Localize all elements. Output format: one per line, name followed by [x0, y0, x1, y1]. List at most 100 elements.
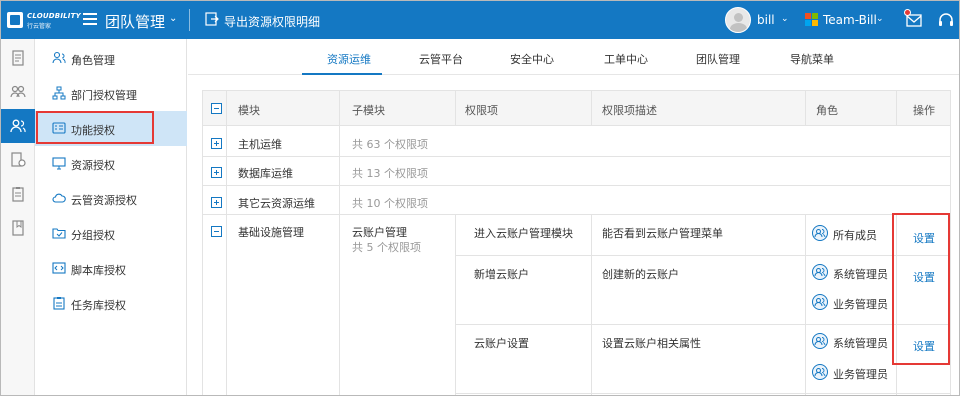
role-name: 业务管理员 — [833, 298, 888, 311]
header-action: 操作 — [913, 104, 935, 117]
brand-name: CLOUDBILITY — [27, 12, 81, 20]
user-name[interactable]: bill — [757, 13, 775, 27]
monitor-icon — [52, 157, 66, 170]
collapse-icon[interactable] — [211, 226, 222, 237]
sidebar-item-label: 脚本库授权 — [71, 264, 126, 277]
chevron-down-icon[interactable]: ⌄ — [169, 13, 177, 24]
tab-resource-ops[interactable]: 资源运维 — [327, 51, 371, 67]
chevron-down-icon[interactable]: ⌄ — [781, 14, 789, 24]
role-name: 系统管理员 — [833, 337, 888, 350]
sidebar-item-cloud-resource-auth[interactable]: 云管资源授权 — [35, 181, 187, 216]
rail-people-icon[interactable] — [1, 109, 35, 143]
sidebar: 角色管理 部门授权管理 功能授权 资源授权 云管资源授权 分组授权 脚本库授权 — [35, 39, 187, 395]
sidebar-item-script-auth[interactable]: 脚本库授权 — [35, 251, 187, 286]
divider — [591, 91, 592, 126]
divider — [203, 156, 950, 157]
user-group-icon — [812, 333, 828, 349]
divider — [455, 214, 456, 395]
expand-icon[interactable] — [211, 138, 222, 149]
rail-book-icon[interactable] — [1, 211, 35, 245]
task-icon — [53, 297, 65, 310]
expand-icon[interactable] — [211, 197, 222, 208]
menu-icon[interactable] — [83, 13, 97, 25]
divider — [226, 91, 227, 395]
script-icon — [52, 262, 66, 274]
sidebar-item-task-auth[interactable]: 任务库授权 — [35, 286, 187, 321]
divider — [203, 185, 950, 186]
tab-nav-menu[interactable]: 导航菜单 — [790, 51, 834, 67]
permission-desc: 创建新的云账户 — [602, 268, 679, 281]
row-module: 数据库运维 — [238, 167, 293, 180]
row-module: 主机运维 — [238, 138, 282, 151]
rail-settings-doc-icon[interactable] — [1, 143, 35, 177]
permission-name: 新增云账户 — [474, 268, 529, 281]
role-name: 系统管理员 — [833, 268, 888, 281]
divider — [896, 91, 897, 126]
tab-ticket-center[interactable]: 工单中心 — [604, 51, 648, 67]
expand-icon[interactable] — [211, 167, 222, 178]
team-title[interactable]: 团队管理 — [105, 11, 165, 32]
row-summary: 共 10 个权限项 — [352, 197, 428, 210]
brand-logo-mark — [7, 12, 23, 28]
collapse-all-icon[interactable] — [211, 103, 222, 114]
tab-security-center[interactable]: 安全中心 — [510, 51, 554, 67]
top-bar: CLOUDBILITY 行云管家 团队管理 ⌄ 导出资源权限明细 bill ⌄ … — [1, 1, 959, 39]
divider — [455, 324, 950, 325]
sidebar-item-resource-auth[interactable]: 资源授权 — [35, 146, 187, 181]
row-module: 基础设施管理 — [238, 226, 304, 239]
user-group-icon — [812, 225, 828, 241]
org-chart-icon — [52, 86, 66, 100]
divider — [455, 393, 950, 394]
table-header: 模块 子模块 权限项 权限项描述 角色 操作 — [203, 91, 950, 126]
divider — [189, 9, 190, 31]
brand-subtitle: 行云管家 — [27, 23, 52, 30]
team-switcher[interactable]: Team-Bill — [823, 13, 877, 27]
tab-team-management[interactable]: 团队管理 — [696, 51, 740, 67]
export-icon[interactable] — [205, 12, 219, 26]
header-module: 模块 — [238, 104, 260, 117]
divider — [203, 214, 950, 215]
rail-group-icon[interactable] — [1, 75, 35, 109]
icon-rail — [1, 39, 35, 395]
module-tabs: 资源运维 云管平台 安全中心 工单中心 团队管理 导航菜单 — [188, 39, 959, 75]
sidebar-item-label: 部门授权管理 — [71, 89, 137, 102]
header-permission-desc: 权限项描述 — [602, 104, 657, 117]
divider — [455, 91, 456, 126]
header-submodule: 子模块 — [352, 104, 385, 117]
avatar[interactable] — [725, 7, 751, 33]
active-tab-indicator — [302, 73, 382, 75]
cloud-icon — [52, 193, 66, 203]
user-group-icon — [812, 264, 828, 280]
divider — [805, 214, 806, 395]
brand-logo[interactable]: CLOUDBILITY 行云管家 — [7, 10, 81, 30]
permission-table: 模块 子模块 权限项 权限项描述 角色 操作 主机运维 共 63 个权限项 数据… — [202, 90, 951, 395]
highlight-box — [892, 213, 950, 365]
sidebar-item-dept-auth[interactable]: 部门授权管理 — [35, 76, 187, 111]
export-permissions-button[interactable]: 导出资源权限明细 — [224, 13, 320, 30]
sidebar-item-group-auth[interactable]: 分组授权 — [35, 216, 187, 251]
sidebar-item-role-management[interactable]: 角色管理 — [35, 41, 187, 76]
sidebar-item-label: 任务库授权 — [71, 299, 126, 312]
user-group-icon — [812, 364, 828, 380]
rail-document-icon[interactable] — [1, 41, 35, 75]
user-group-icon — [812, 294, 828, 310]
permission-desc: 设置云账户相关属性 — [602, 337, 701, 350]
role-icon — [52, 51, 66, 64]
row-submodule-summary: 共 5 个权限项 — [352, 241, 421, 254]
rail-clipboard-icon[interactable] — [1, 177, 35, 211]
header-role: 角色 — [816, 104, 838, 117]
chevron-down-icon[interactable]: ⌄ — [876, 14, 884, 24]
headset-icon[interactable] — [938, 12, 954, 28]
role-name: 所有成员 — [833, 229, 877, 242]
divider — [339, 91, 340, 126]
divider — [339, 126, 340, 395]
tab-cloud-platform[interactable]: 云管平台 — [419, 51, 463, 67]
divider — [805, 91, 806, 126]
permission-name: 进入云账户管理模块 — [474, 227, 573, 240]
sidebar-item-label: 资源授权 — [71, 159, 115, 172]
row-summary: 共 63 个权限项 — [352, 138, 428, 151]
header-permission: 权限项 — [465, 104, 498, 117]
app-window: CLOUDBILITY 行云管家 团队管理 ⌄ 导出资源权限明细 bill ⌄ … — [0, 0, 960, 396]
role-name: 业务管理员 — [833, 368, 888, 381]
highlight-box — [36, 111, 154, 144]
